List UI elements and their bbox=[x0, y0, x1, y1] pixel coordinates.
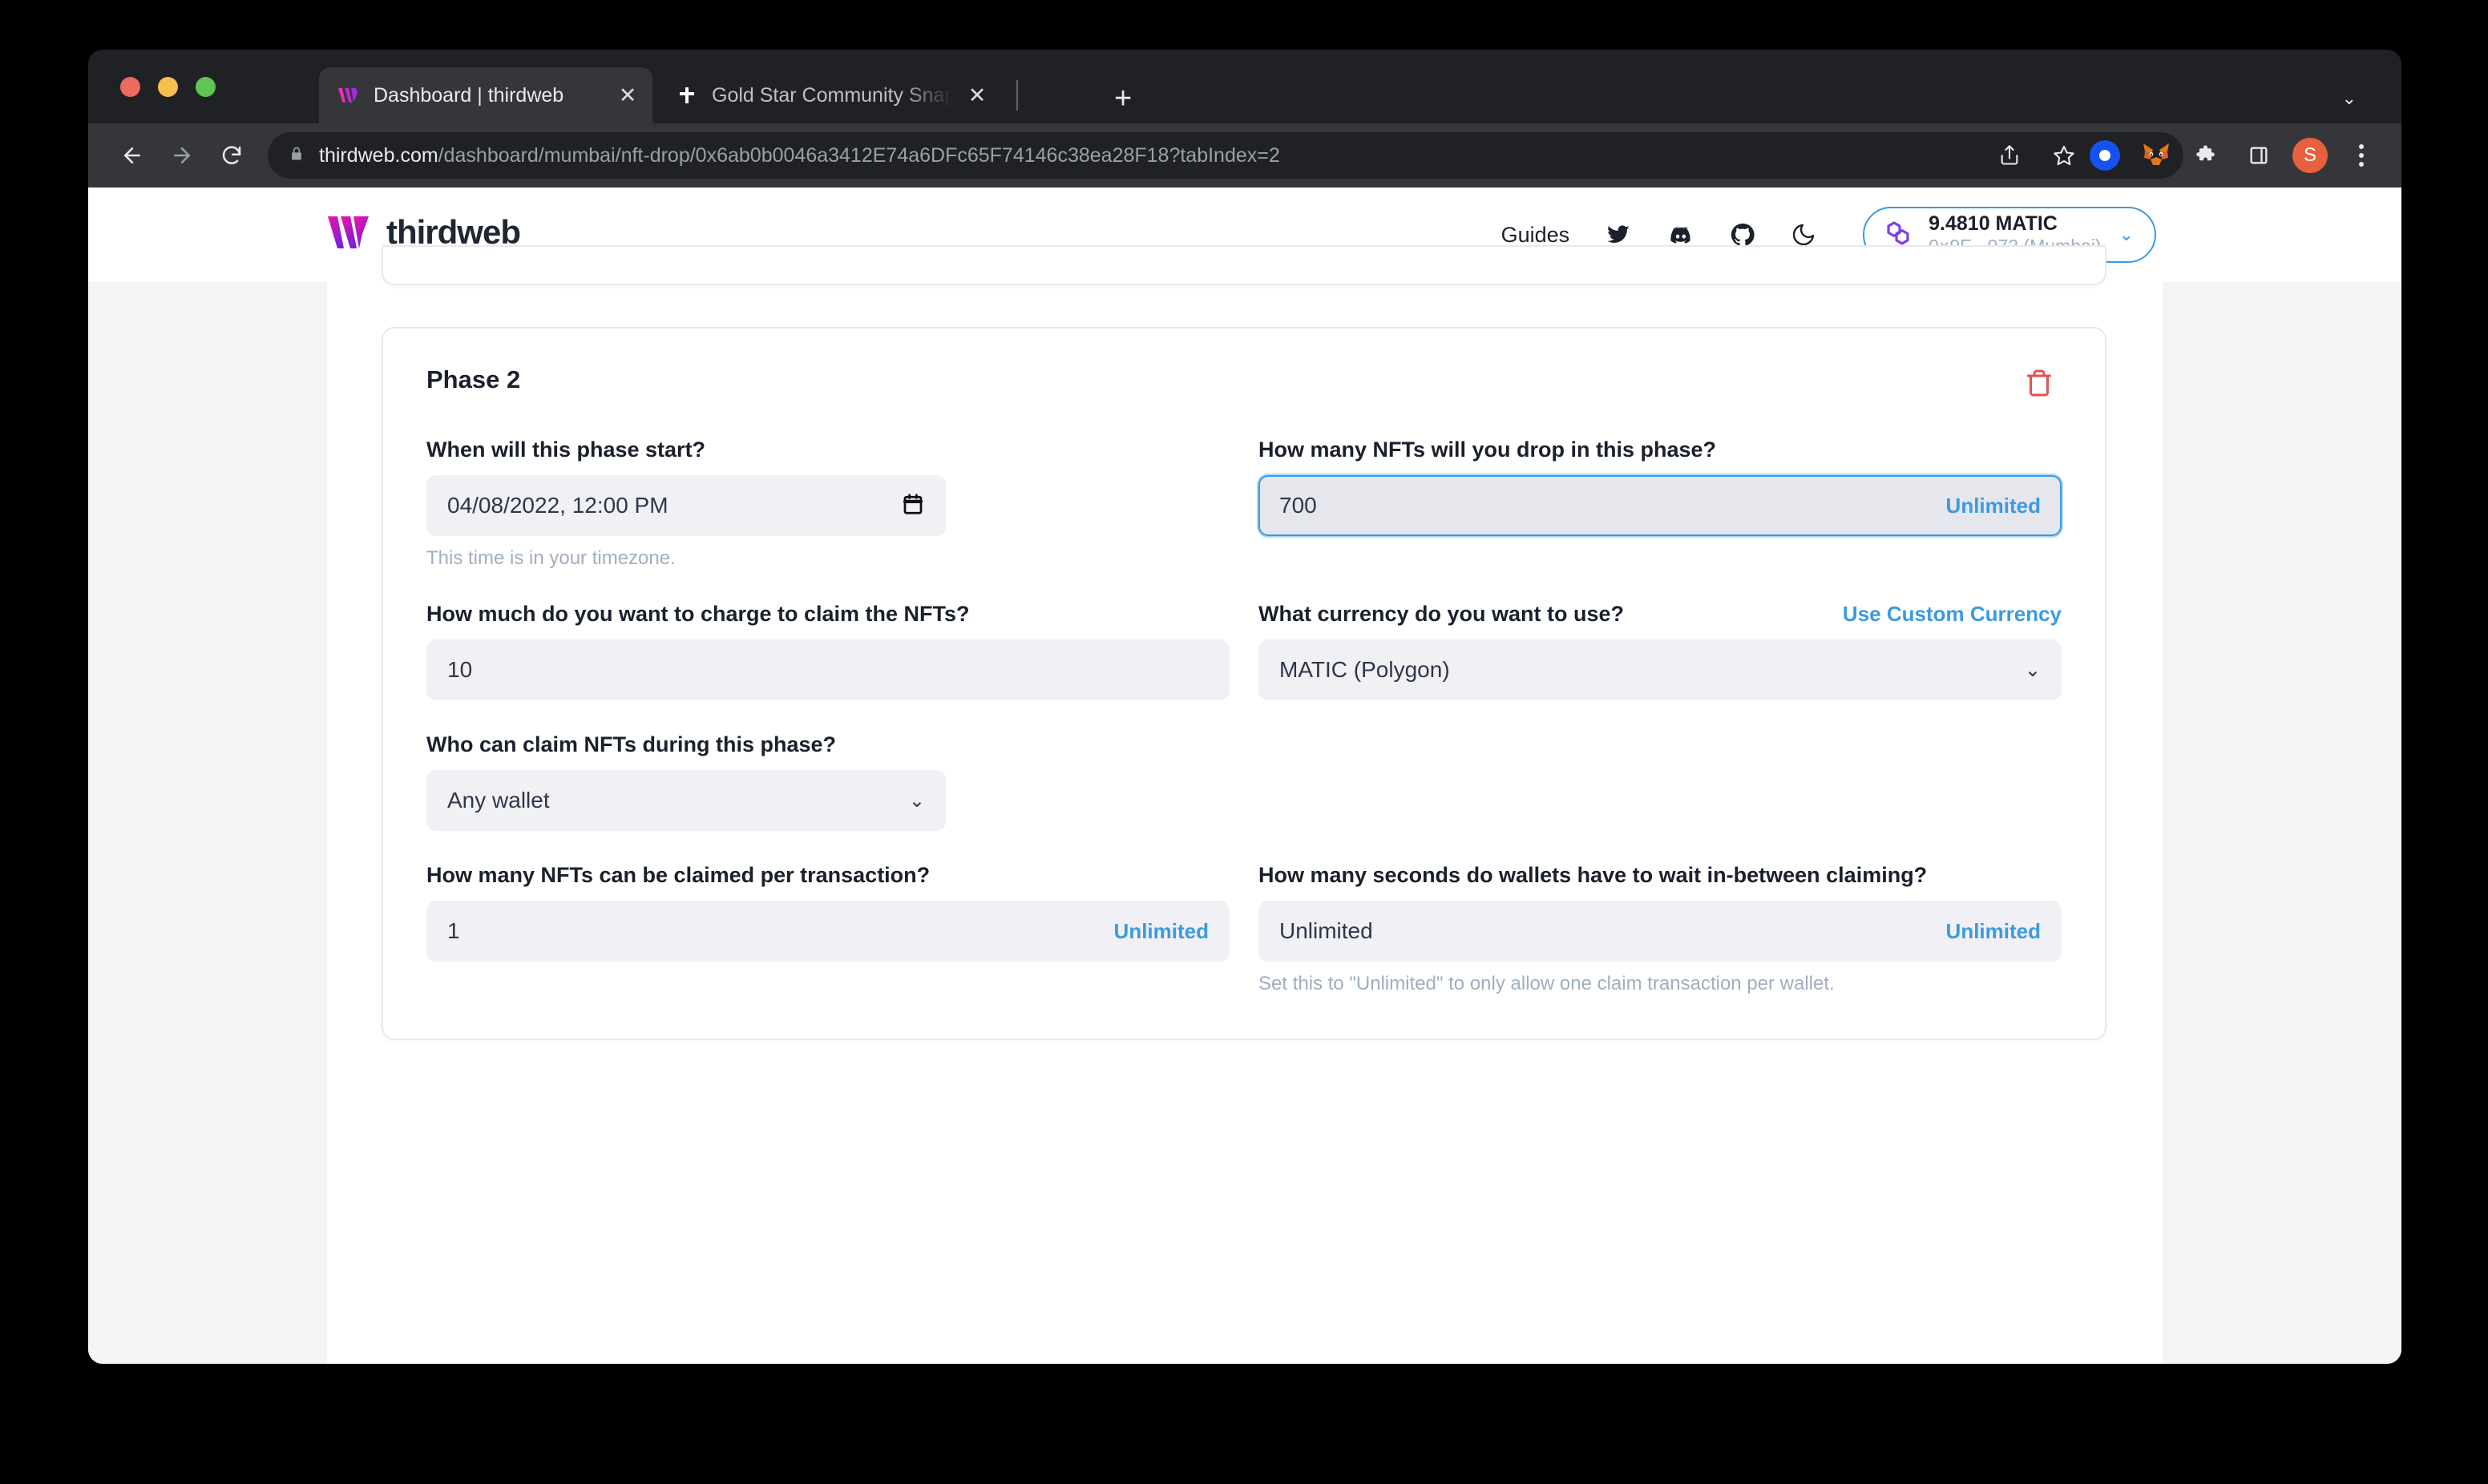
unlimited-button[interactable]: Unlimited bbox=[1946, 919, 2041, 944]
chevron-down-icon: ⌄ bbox=[908, 789, 925, 812]
field-value: 700 bbox=[1279, 493, 1317, 518]
close-icon[interactable]: ✕ bbox=[965, 84, 989, 107]
phase-per-transaction-input[interactable]: 1 Unlimited bbox=[426, 901, 1230, 962]
window-traffic-lights bbox=[120, 77, 216, 97]
close-icon[interactable]: ✕ bbox=[616, 84, 640, 107]
phase-card: Phase 2 When will this phase start? 04/0… bbox=[382, 327, 2106, 1040]
three-dot-menu-icon[interactable] bbox=[2339, 132, 2384, 179]
field-label: When will this phase start? bbox=[426, 438, 706, 462]
phase-fields-row-2: How much do you want to charge to claim … bbox=[426, 570, 2062, 700]
url-text: thirdweb.com/dashboard/mumbai/nft-drop/0… bbox=[319, 144, 1280, 167]
unlimited-button[interactable]: Unlimited bbox=[1114, 919, 1209, 944]
extension-icons: S bbox=[2082, 132, 2384, 179]
minimize-window-button[interactable] bbox=[158, 77, 178, 97]
thirdweb-mark-icon bbox=[328, 216, 369, 248]
chevron-down-icon[interactable]: ⌄ bbox=[2119, 224, 2134, 245]
share-icon[interactable] bbox=[1986, 132, 2033, 179]
field-phase-currency: What currency do you want to use? Use Cu… bbox=[1258, 602, 2062, 700]
tab-divider bbox=[1016, 80, 1018, 111]
field-value: 1 bbox=[447, 918, 460, 943]
previous-phase-card-partial bbox=[382, 245, 2106, 285]
phase-wait-time-input[interactable]: Unlimited Unlimited bbox=[1258, 901, 2062, 962]
new-tab-button[interactable]: + bbox=[1114, 83, 1132, 114]
sidepanel-icon[interactable] bbox=[2236, 132, 2281, 179]
field-phase-per-transaction: How many NFTs can be claimed per transac… bbox=[426, 863, 1230, 995]
chevron-down-icon: ⌄ bbox=[2024, 659, 2041, 681]
phase-currency-select[interactable]: MATIC (Polygon) ⌄ bbox=[1258, 639, 2062, 700]
page-canvas: Phase 2 When will this phase start? 04/0… bbox=[327, 245, 2163, 1364]
page-content: Phase 2 When will this phase start? 04/0… bbox=[88, 245, 2401, 1364]
phase-start-input[interactable]: 04/08/2022, 12:00 PM bbox=[426, 475, 946, 536]
field-phase-who: Who can claim NFTs during this phase? An… bbox=[426, 732, 1230, 831]
phase-fields-row-1: When will this phase start? 04/08/2022, … bbox=[426, 405, 2062, 570]
metamask-icon[interactable] bbox=[2134, 132, 2179, 179]
phase-fields-row-4: How many NFTs can be claimed per transac… bbox=[426, 831, 2062, 995]
field-label: How many NFTs can be claimed per transac… bbox=[426, 863, 931, 887]
phase-fields-row-3: Who can claim NFTs during this phase? An… bbox=[426, 700, 2062, 831]
discord-icon[interactable] bbox=[1667, 223, 1694, 247]
page-viewport: thirdweb Guides 9.4810 MATIC ⌄ Phase 2 W… bbox=[88, 188, 2401, 1364]
field-label: How much do you want to charge to claim … bbox=[426, 602, 970, 626]
field-value: MATIC (Polygon) bbox=[1279, 657, 1450, 682]
lock-icon bbox=[289, 144, 305, 167]
back-icon[interactable] bbox=[107, 131, 157, 180]
field-label: What currency do you want to use? bbox=[1258, 602, 1625, 626]
field-label: How many NFTs will you drop in this phas… bbox=[1258, 438, 1717, 462]
unlimited-button[interactable]: Unlimited bbox=[1946, 494, 2041, 518]
field-value: 04/08/2022, 12:00 PM bbox=[447, 493, 668, 518]
close-window-button[interactable] bbox=[120, 77, 140, 97]
url-path: /dashboard/mumbai/nft-drop/0x6ab0b0046a3… bbox=[438, 143, 1280, 167]
field-value: Any wallet bbox=[447, 788, 550, 813]
star-icon[interactable] bbox=[2041, 132, 2087, 179]
brave-wallet-icon[interactable] bbox=[2082, 132, 2127, 179]
trash-icon[interactable] bbox=[2017, 361, 2062, 405]
puzzle-extensions-icon[interactable] bbox=[2185, 132, 2230, 179]
browser-toolbar: thirdweb.com/dashboard/mumbai/nft-drop/0… bbox=[88, 123, 2401, 188]
phase-who-select[interactable]: Any wallet ⌄ bbox=[426, 770, 946, 831]
github-icon[interactable] bbox=[1730, 222, 1755, 248]
field-value: Unlimited bbox=[1279, 918, 1373, 943]
calendar-icon[interactable] bbox=[901, 492, 925, 520]
url-host: thirdweb.com bbox=[319, 143, 438, 167]
phase-title: Phase 2 bbox=[426, 365, 521, 393]
address-bar[interactable]: thirdweb.com/dashboard/mumbai/nft-drop/0… bbox=[268, 132, 2183, 179]
maximize-window-button[interactable] bbox=[196, 77, 216, 97]
phase-header: Phase 2 bbox=[426, 365, 2062, 405]
avatar: S bbox=[2292, 138, 2328, 173]
browser-tab-dashboard[interactable]: Dashboard | thirdweb ✕ bbox=[319, 67, 652, 123]
reload-icon[interactable] bbox=[207, 131, 256, 180]
guides-link[interactable]: Guides bbox=[1501, 223, 1570, 248]
field-phase-price: How much do you want to charge to claim … bbox=[426, 602, 1230, 700]
use-custom-currency-link[interactable]: Use Custom Currency bbox=[1843, 602, 2062, 627]
thirdweb-icon bbox=[337, 83, 361, 107]
forward-icon[interactable] bbox=[157, 131, 207, 180]
profile-avatar[interactable]: S bbox=[2288, 132, 2332, 179]
field-phase-start: When will this phase start? 04/08/2022, … bbox=[426, 438, 1230, 570]
omnibox-actions bbox=[1986, 132, 2087, 179]
field-label: How many seconds do wallets have to wait… bbox=[1258, 863, 1928, 887]
field-help-text: This time is in your timezone. bbox=[426, 547, 676, 569]
tab-title: Gold Star Community Snapshot bbox=[712, 83, 952, 107]
browser-window: Dashboard | thirdweb ✕ Gold Star Communi… bbox=[88, 50, 2401, 1364]
twitter-icon[interactable] bbox=[1605, 223, 1632, 247]
field-label: Who can claim NFTs during this phase? bbox=[426, 732, 837, 756]
browser-tab-gold-star-snapshot[interactable]: Gold Star Community Snapshot ✕ bbox=[657, 67, 1002, 123]
field-help-text: Set this to "Unlimited" to only allow on… bbox=[1258, 973, 1835, 994]
browser-tabstrip: Dashboard | thirdweb ✕ Gold Star Communi… bbox=[88, 50, 2401, 123]
chevron-down-icon[interactable]: ⌄ bbox=[2342, 88, 2357, 109]
phase-price-input[interactable]: 10 bbox=[426, 639, 1230, 700]
navigation-buttons bbox=[107, 131, 256, 180]
wallet-balance: 9.4810 MATIC bbox=[1929, 212, 2058, 235]
field-phase-wait-time: How many seconds do wallets have to wait… bbox=[1258, 863, 2062, 995]
phase-supply-input[interactable]: 700 Unlimited bbox=[1258, 475, 2062, 536]
google-sheets-icon bbox=[675, 83, 699, 107]
field-phase-supply: How many NFTs will you drop in this phas… bbox=[1258, 438, 2062, 570]
moon-icon[interactable] bbox=[1791, 222, 1816, 248]
tab-title: Dashboard | thirdweb bbox=[374, 83, 564, 107]
field-value: 10 bbox=[447, 657, 473, 682]
